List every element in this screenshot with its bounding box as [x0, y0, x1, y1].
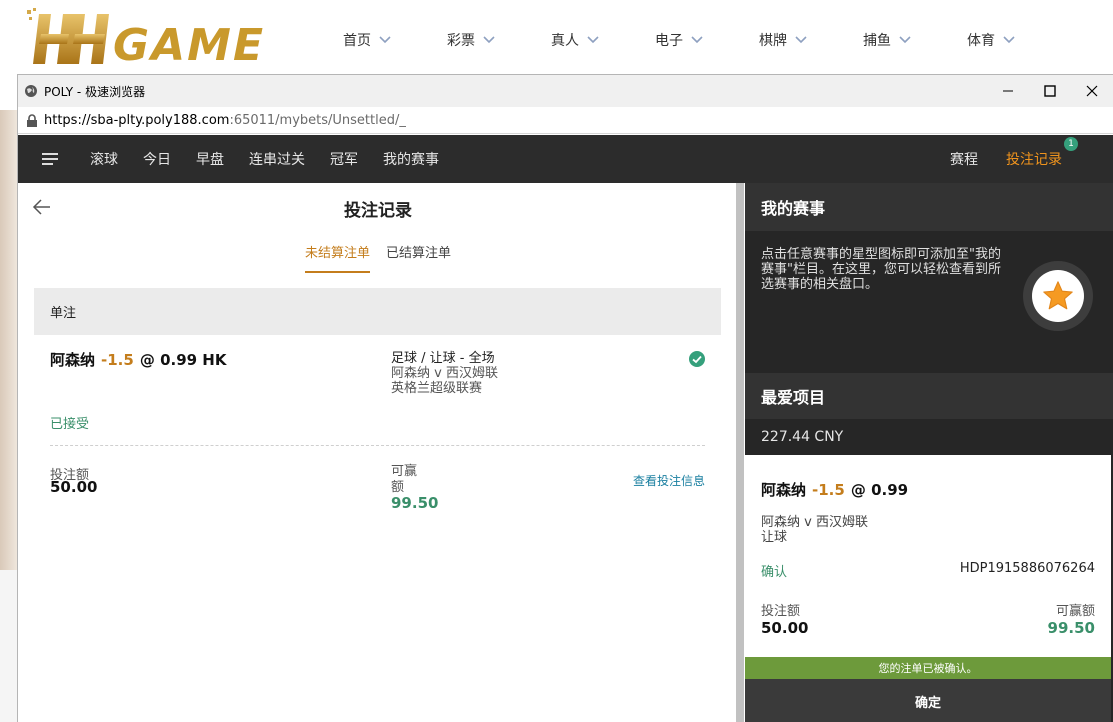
star-icon	[1043, 281, 1073, 310]
slip-match: 阿森纳 v 西汉姆联	[761, 515, 868, 530]
site-nav-lottery[interactable]: 彩票	[447, 30, 551, 50]
site-nav-home[interactable]: 首页	[343, 30, 447, 50]
favorites-heading: 最爱项目	[745, 373, 1113, 419]
app-nav-right: 赛程 投注记录 1	[922, 137, 1078, 169]
site-logo[interactable]: GAME	[25, 8, 287, 71]
site-nav: 首页 彩票 真人 电子 棋牌 捕鱼 体育	[343, 30, 1071, 50]
tab-settled[interactable]: 已结算注单	[386, 242, 451, 273]
chevron-down-icon	[795, 36, 807, 44]
slip-market: 让球	[761, 530, 788, 545]
app-nav-bar: 滚球 今日 早盘 连串过关 冠军 我的赛事 赛程 投注记录 1	[18, 135, 1113, 183]
nav-outright[interactable]: 冠军	[330, 149, 358, 169]
slip-stake-label: 投注额	[761, 604, 801, 619]
nav-inplay[interactable]: 滚球	[90, 149, 118, 169]
bet-match: 阿森纳 v 西汉姆联	[391, 366, 498, 381]
nav-early[interactable]: 早盘	[196, 149, 224, 169]
slip-win-value: 99.50	[1047, 619, 1095, 637]
nav-bet-record[interactable]: 投注记录 1	[1006, 137, 1078, 169]
slip-at: @	[850, 481, 866, 499]
background-banner-image	[0, 110, 17, 570]
divider	[50, 445, 705, 446]
slip-status: 确认	[761, 565, 788, 580]
window-controls	[987, 75, 1113, 107]
bet-selection: 阿森纳 -1.5 @ 0.99 HK	[50, 349, 226, 370]
slip-selection: 阿森纳 -1.5 @ 0.99	[761, 479, 908, 500]
win-value: 99.50	[391, 494, 439, 512]
nav-today[interactable]: 今日	[143, 149, 171, 169]
logo-hh-mark	[27, 8, 109, 64]
nav-bet-record-label: 投注记录	[1006, 152, 1062, 168]
maximize-icon	[1044, 85, 1056, 97]
site-nav-slots[interactable]: 电子	[655, 30, 759, 50]
bet-count-badge: 1	[1064, 137, 1078, 151]
star-circle	[1032, 270, 1084, 322]
right-panel: 我的赛事 点击任意赛事的星型图标即可添加至"我的赛事"栏目。在这里，您可以轻松查…	[745, 183, 1113, 722]
section-single-bet: 单注	[34, 288, 721, 335]
window-title: POLY - 极速浏览器	[44, 84, 146, 99]
minimize-icon	[1003, 90, 1013, 92]
view-bet-info-link[interactable]: 查看投注信息	[633, 472, 705, 489]
globe-icon	[25, 85, 37, 97]
bet-status: 已接受	[50, 417, 90, 432]
lock-icon	[27, 113, 37, 127]
bet-detail: 足球 / 让球 - 全场 阿森纳 v 西汉姆联 英格兰超级联赛	[391, 351, 498, 396]
balance-amount: 227.44 CNY	[745, 419, 1113, 455]
bet-handicap: -1.5	[101, 351, 134, 369]
maximize-button[interactable]	[1029, 75, 1071, 107]
chevron-down-icon	[483, 36, 495, 44]
check-circle-icon	[689, 351, 705, 367]
slip-odds: 0.99	[871, 481, 909, 499]
chevron-down-icon	[691, 36, 703, 44]
scrollbar[interactable]	[736, 183, 744, 722]
address-bar[interactable]: https://sba-plty.poly188.com:65011/mybet…	[18, 107, 1113, 134]
site-nav-live[interactable]: 真人	[551, 30, 655, 50]
slip-match-info: 阿森纳 v 西汉姆联 让球	[761, 515, 868, 545]
tab-unsettled[interactable]: 未结算注单	[304, 242, 370, 273]
favorite-star-button[interactable]	[1023, 261, 1093, 331]
nav-my-events[interactable]: 我的赛事	[383, 149, 439, 169]
page-title: 投注记录	[344, 201, 412, 221]
my-events-heading: 我的赛事	[745, 183, 1113, 231]
slip-stake-value: 50.00	[761, 619, 809, 637]
nav-parlay[interactable]: 连串过关	[249, 149, 305, 169]
ok-button[interactable]: 确定	[745, 679, 1111, 722]
logo-text: GAME	[113, 20, 266, 71]
slip-handicap: -1.5	[812, 481, 845, 499]
url-host: https://sba-plty.poly188.com	[44, 112, 230, 128]
minimize-button[interactable]	[987, 75, 1029, 107]
win-label: 可赢额	[391, 464, 418, 495]
bet-odds: 0.99 HK	[160, 351, 227, 369]
hamburger-menu-icon[interactable]	[42, 152, 62, 166]
slip-win-label: 可赢额	[1055, 604, 1095, 619]
bet-market: 足球 / 让球 - 全场	[391, 351, 495, 366]
site-nav-cards[interactable]: 棋牌	[759, 30, 863, 50]
bet-at: @	[139, 351, 155, 369]
stake-value: 50.00	[50, 478, 98, 496]
chevron-down-icon	[587, 36, 599, 44]
site-nav-fishing[interactable]: 捕鱼	[863, 30, 967, 50]
chevron-down-icon	[1003, 36, 1015, 44]
close-button[interactable]	[1071, 75, 1113, 107]
background-page	[0, 570, 17, 722]
chevron-down-icon	[379, 36, 391, 44]
bet-record-panel: 投注记录 未结算注单 已结算注单 单注 阿森纳 -1.5 @ 0.99 HK 足球 …	[18, 183, 744, 722]
my-events-body: 点击任意赛事的星型图标即可添加至"我的赛事"栏目。在这里，您可以轻松查看到所选赛…	[745, 231, 1113, 361]
chevron-down-icon	[899, 36, 911, 44]
slip-team: 阿森纳	[761, 481, 807, 499]
window-titlebar[interactable]: POLY - 极速浏览器	[18, 75, 1113, 107]
browser-window: POLY - 极速浏览器 https://sba-plty.poly188.co…	[17, 74, 1113, 722]
close-icon	[1086, 85, 1098, 97]
bet-tabs: 未结算注单 已结算注单	[18, 242, 738, 273]
nav-schedule[interactable]: 赛程	[950, 149, 978, 169]
site-header: GAME 首页 彩票 真人 电子 棋牌 捕鱼 体育	[0, 0, 1113, 76]
bet-team: 阿森纳	[50, 351, 96, 369]
url-path: :65011/mybets/Unsettled/_	[229, 112, 406, 128]
my-events-hint: 点击任意赛事的星型图标即可添加至"我的赛事"栏目。在这里，您可以轻松查看到所选赛…	[761, 247, 1001, 292]
site-nav-sports[interactable]: 体育	[967, 30, 1071, 50]
bet-slip-card: 阿森纳 -1.5 @ 0.99 阿森纳 v 西汉姆联 让球 确认 HDP191588…	[745, 455, 1111, 657]
confirmation-message: 您的注单已被确认。	[745, 657, 1111, 679]
slip-bet-id: HDP1915886076264	[959, 561, 1095, 576]
bet-league: 英格兰超级联赛	[391, 381, 483, 396]
